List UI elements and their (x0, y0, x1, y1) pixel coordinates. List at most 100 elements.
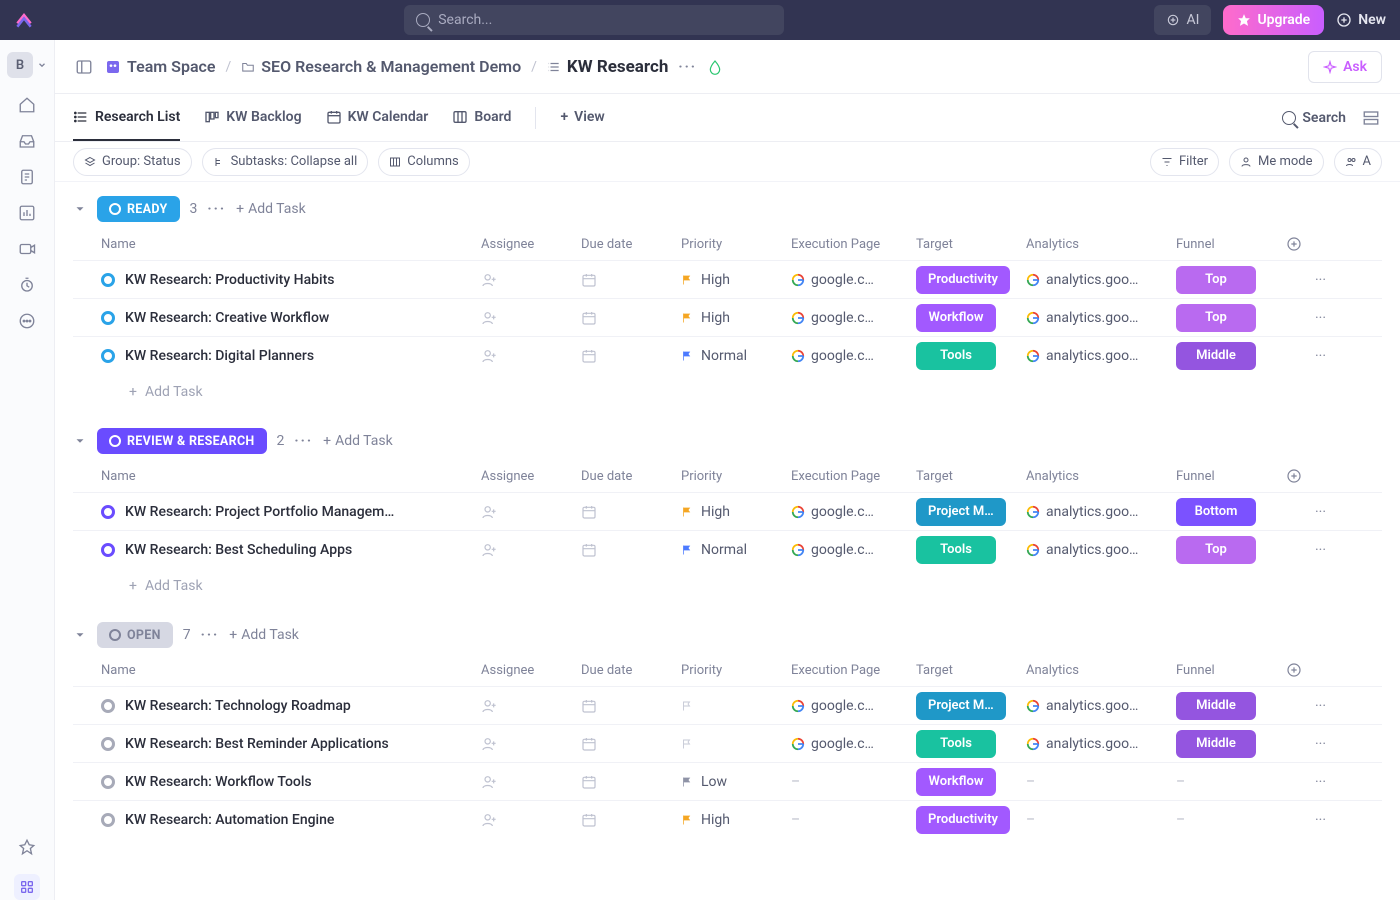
target-cell[interactable]: Workflow (916, 304, 1026, 332)
group-chip[interactable]: Group: Status (73, 148, 192, 176)
col-exec[interactable]: Execution Page (791, 469, 916, 484)
flag-icon[interactable] (681, 700, 693, 712)
analytics-cell[interactable]: analytics.goo… (1026, 348, 1176, 364)
target-badge[interactable]: Tools (916, 536, 996, 564)
funnel-cell[interactable]: Middle (1176, 730, 1286, 758)
task-name[interactable]: KW Research: Automation Engine (101, 812, 481, 828)
col-assignee[interactable]: Assignee (481, 663, 581, 678)
col-name[interactable]: Name (101, 469, 481, 484)
analytics-cell[interactable]: analytics.goo… (1026, 504, 1176, 520)
view-tab-backlog[interactable]: KW Backlog (204, 94, 301, 141)
target-cell[interactable]: Workflow (916, 768, 1026, 796)
app-logo[interactable] (14, 10, 34, 30)
col-name[interactable]: Name (101, 237, 481, 252)
filter-chip[interactable]: Filter (1150, 148, 1219, 176)
due-cell[interactable] (581, 812, 681, 828)
breadcrumb-folder[interactable]: SEO Research & Management Demo (241, 57, 521, 76)
add-view-button[interactable]: + View (560, 94, 604, 141)
row-more[interactable]: ··· (1286, 348, 1326, 364)
ask-button[interactable]: Ask (1308, 51, 1382, 83)
col-due[interactable]: Due date (581, 469, 681, 484)
clips-icon[interactable] (18, 240, 36, 258)
assignee-cell[interactable] (481, 272, 581, 288)
group-more[interactable]: ··· (294, 433, 313, 449)
inbox-icon[interactable] (18, 132, 36, 150)
funnel-cell[interactable]: Top (1176, 536, 1286, 564)
col-exec[interactable]: Execution Page (791, 663, 916, 678)
add-column[interactable] (1286, 662, 1316, 678)
col-due[interactable]: Due date (581, 237, 681, 252)
me-mode-chip[interactable]: Me mode (1229, 148, 1324, 176)
more-icon[interactable] (18, 312, 36, 330)
flag-icon[interactable] (681, 814, 693, 826)
assignee-cell[interactable] (481, 542, 581, 558)
row-more[interactable]: ··· (1286, 812, 1326, 828)
row-more[interactable]: ··· (1286, 504, 1326, 520)
view-tab-board[interactable]: Board (452, 94, 511, 141)
sidebar-toggle-icon[interactable] (73, 56, 95, 78)
group-add-task[interactable]: + Add Task (323, 433, 393, 449)
group-more[interactable]: ··· (207, 201, 226, 217)
col-funnel[interactable]: Funnel (1176, 469, 1286, 484)
exec-cell[interactable]: google.c… (791, 542, 916, 558)
due-cell[interactable] (581, 504, 681, 520)
task-name[interactable]: KW Research: Best Scheduling Apps (101, 542, 481, 558)
task-name[interactable]: KW Research: Workflow Tools (101, 774, 481, 790)
new-button[interactable]: New (1336, 12, 1386, 28)
col-priority[interactable]: Priority (681, 663, 791, 678)
col-assignee[interactable]: Assignee (481, 237, 581, 252)
target-badge[interactable]: Workflow (916, 304, 996, 332)
due-cell[interactable] (581, 542, 681, 558)
col-target[interactable]: Target (916, 663, 1026, 678)
exec-cell[interactable]: – (791, 812, 916, 828)
task-row[interactable]: KW Research: Project Portfolio Managem…H… (73, 492, 1382, 530)
col-priority[interactable]: Priority (681, 469, 791, 484)
assignee-cell[interactable] (481, 348, 581, 364)
exec-cell[interactable]: google.c… (791, 736, 916, 752)
task-row[interactable]: KW Research: Productivity HabitsHighgoog… (73, 260, 1382, 298)
col-target[interactable]: Target (916, 469, 1026, 484)
assignee-cell[interactable] (481, 698, 581, 714)
col-analytics[interactable]: Analytics (1026, 237, 1176, 252)
exec-cell[interactable]: – (791, 774, 916, 790)
priority-cell[interactable]: Normal (681, 348, 791, 364)
target-badge[interactable]: Tools (916, 730, 996, 758)
due-cell[interactable] (581, 698, 681, 714)
collapse-caret[interactable] (73, 202, 87, 216)
target-badge[interactable]: Tools (916, 342, 996, 370)
row-more[interactable]: ··· (1286, 542, 1326, 558)
target-cell[interactable]: Tools (916, 730, 1026, 758)
target-cell[interactable]: Project M… (916, 692, 1026, 720)
funnel-cell[interactable]: Top (1176, 266, 1286, 294)
task-row[interactable]: KW Research: Best Reminder Applicationsg… (73, 724, 1382, 762)
drop-icon[interactable] (707, 59, 723, 75)
funnel-cell[interactable]: – (1176, 812, 1286, 828)
add-column[interactable] (1286, 236, 1316, 252)
workspace-avatar[interactable]: B (7, 52, 33, 78)
due-cell[interactable] (581, 310, 681, 326)
group-add-task[interactable]: + Add Task (236, 201, 306, 217)
task-row[interactable]: KW Research: Technology Roadmapgoogle.c…… (73, 686, 1382, 724)
col-analytics[interactable]: Analytics (1026, 663, 1176, 678)
priority-cell[interactable]: High (681, 272, 791, 288)
task-row[interactable]: KW Research: Best Scheduling AppsNormalg… (73, 530, 1382, 568)
row-more[interactable]: ··· (1286, 698, 1326, 714)
timesheets-icon[interactable] (18, 276, 36, 294)
flag-icon[interactable] (681, 544, 693, 556)
ai-button[interactable]: AI (1154, 5, 1211, 35)
analytics-cell[interactable]: analytics.goo… (1026, 272, 1176, 288)
task-name[interactable]: KW Research: Digital Planners (101, 348, 481, 364)
due-cell[interactable] (581, 774, 681, 790)
col-exec[interactable]: Execution Page (791, 237, 916, 252)
exec-cell[interactable]: google.c… (791, 504, 916, 520)
funnel-badge[interactable]: Top (1176, 304, 1256, 332)
chevron-down-icon[interactable] (37, 60, 47, 70)
target-badge[interactable]: Productivity (916, 266, 1010, 294)
task-row[interactable]: KW Research: Workflow ToolsLow–Workflow–… (73, 762, 1382, 800)
priority-cell[interactable]: High (681, 504, 791, 520)
collapse-caret[interactable] (73, 628, 87, 642)
status-circle[interactable] (101, 813, 115, 827)
funnel-badge[interactable]: Middle (1176, 342, 1256, 370)
priority-cell[interactable]: High (681, 812, 791, 828)
due-cell[interactable] (581, 272, 681, 288)
